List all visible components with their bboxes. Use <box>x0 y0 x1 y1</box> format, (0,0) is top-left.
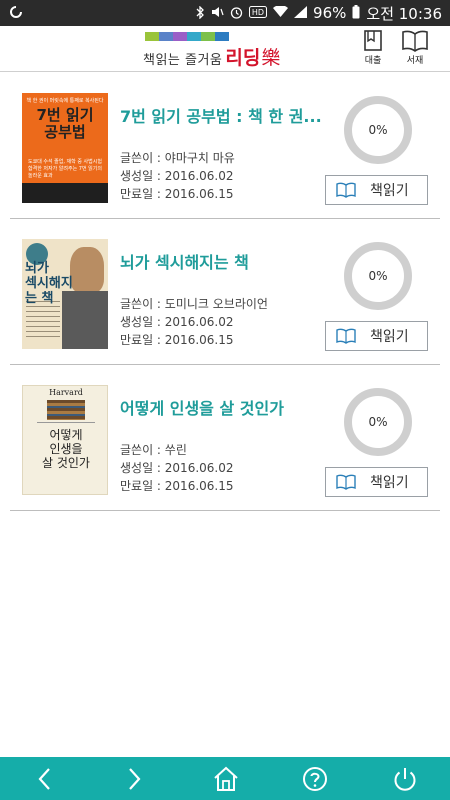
help-button[interactable] <box>297 761 333 797</box>
progress-percent: 0% <box>368 123 388 137</box>
home-icon <box>214 766 238 791</box>
book-item[interactable]: 책 한 권이 머릿속에 통째로 복사된다 7번 읽기 공부법 도쿄대 수석 졸업… <box>10 73 440 219</box>
read-book-label: 책읽기 <box>370 329 409 345</box>
loan-book-icon <box>364 30 382 51</box>
logo-color-bars <box>145 32 293 41</box>
chevron-right-icon <box>129 768 141 790</box>
reading-progress-ring: 0% <box>343 387 413 457</box>
read-book-button[interactable]: 책읽기 <box>325 175 428 205</box>
logo-color-bar <box>187 32 201 41</box>
status-bar: HD 96% 오전 10:36 <box>0 0 450 26</box>
loan-button[interactable]: 대출 <box>356 30 390 70</box>
book-created-date: 생성일 : 2016.06.02 <box>120 169 234 183</box>
cover-text-lines <box>26 301 60 341</box>
book-author: 글쓴이 : 도미니크 오브라이언 <box>120 297 268 311</box>
library-label: 서재 <box>406 56 424 66</box>
alarm-icon <box>230 6 243 21</box>
book-cover[interactable]: 책 한 권이 머릿속에 통째로 복사된다 7번 읽기 공부법 도쿄대 수석 졸업… <box>22 93 108 203</box>
logo-brand: 리딩 <box>225 47 261 69</box>
logo-color-bar <box>145 32 159 41</box>
progress-percent: 0% <box>368 269 388 283</box>
cover-title-text: 뇌가 섹시해지는 책 <box>25 261 73 306</box>
cover-divider <box>37 422 95 423</box>
book-expiry-date: 만료일 : 2016.06.15 <box>120 333 234 347</box>
forward-button[interactable] <box>116 761 152 797</box>
battery-icon <box>352 5 360 21</box>
cover-brand: Harvard <box>49 388 83 397</box>
bottom-nav <box>0 757 450 800</box>
progress-percent: 0% <box>368 415 388 429</box>
cover-title: 어떻게 인생을 살 것인가 <box>23 428 107 470</box>
loan-label: 대출 <box>364 56 382 66</box>
mute-icon <box>211 6 224 20</box>
cover-title-text: 7번 읽기 공부법 <box>36 106 94 141</box>
reading-progress-ring: 0% <box>343 241 413 311</box>
book-item[interactable]: Harvard 어떻게 인생을 살 것인가 어떻게 인생을 살 것인가 글쓴이 … <box>10 365 440 511</box>
book-title[interactable]: 어떻게 인생을 살 것인가 <box>120 395 335 419</box>
back-button[interactable] <box>27 761 63 797</box>
cover-title-text: 어떻게 인생을 살 것인가 <box>42 428 90 470</box>
cover-title: 뇌가 섹시해지는 책 <box>25 261 83 306</box>
book-author: 글쓴이 : 쑤린 <box>120 443 187 457</box>
read-book-button[interactable]: 책읽기 <box>325 467 428 497</box>
clock: 오전 10:36 <box>366 4 442 23</box>
read-book-button[interactable]: 책읽기 <box>325 321 428 351</box>
cover-footer <box>22 183 108 203</box>
book-created-date: 생성일 : 2016.06.02 <box>120 461 234 475</box>
signal-icon <box>294 6 308 20</box>
book-expiry-date: 만료일 : 2016.06.15 <box>120 187 234 201</box>
battery-percent: 96% <box>313 4 347 22</box>
chevron-left-icon <box>38 768 50 790</box>
wifi-icon <box>273 5 289 20</box>
open-book-icon <box>336 474 356 490</box>
open-book-icon <box>402 30 428 52</box>
reading-progress-ring: 0% <box>343 95 413 165</box>
hd-icon: HD <box>249 6 268 20</box>
app-logo: 책읽는 즐거움 리딩 樂 <box>143 32 293 69</box>
book-author: 글쓴이 : 야마구치 마유 <box>120 151 235 165</box>
help-icon <box>303 767 327 791</box>
power-icon <box>394 768 416 791</box>
book-created-date: 생성일 : 2016.06.02 <box>120 315 234 329</box>
logo-mark: 樂 <box>261 47 281 69</box>
cover-subtext: 도쿄대 수석 졸업, 재학 중 사법시험 합격한 저자가 알려주는 7번 읽기의… <box>28 159 102 179</box>
open-book-icon <box>336 328 356 344</box>
book-cover[interactable]: 뇌가 섹시해지는 책 <box>22 239 108 349</box>
book-title[interactable]: 7번 읽기 공부법 : 책 한 권... <box>120 103 335 127</box>
home-button[interactable] <box>208 761 244 797</box>
power-button[interactable] <box>387 761 423 797</box>
book-list: 책 한 권이 머릿속에 통째로 복사된다 7번 읽기 공부법 도쿄대 수석 졸업… <box>0 73 450 511</box>
cover-tagline: 책 한 권이 머릿속에 통째로 복사된다 <box>26 98 104 104</box>
logo-color-bar <box>173 32 187 41</box>
logo-color-bar <box>201 32 215 41</box>
book-item[interactable]: 뇌가 섹시해지는 책 뇌가 섹시해지는 책 글쓴이 : 도미니크 오브라이언 생… <box>10 219 440 365</box>
logo-subtitle: 책읽는 즐거움 <box>143 53 223 68</box>
library-button[interactable]: 서재 <box>398 30 432 70</box>
cover-illustration <box>47 400 85 420</box>
book-title[interactable]: 뇌가 섹시해지는 책 <box>120 249 335 273</box>
svg-text:HD: HD <box>252 8 264 17</box>
read-book-label: 책읽기 <box>370 183 409 199</box>
open-book-icon <box>336 182 356 198</box>
logo-color-bar <box>215 32 229 41</box>
book-expiry-date: 만료일 : 2016.06.15 <box>120 479 234 493</box>
bluetooth-icon <box>196 4 205 21</box>
book-cover[interactable]: Harvard 어떻게 인생을 살 것인가 <box>22 385 108 495</box>
app-header: 책읽는 즐거움 리딩 樂 대출 서재 <box>0 26 450 72</box>
logo-color-bar <box>159 32 173 41</box>
read-book-label: 책읽기 <box>370 475 409 491</box>
carrier-icon <box>10 6 22 20</box>
cover-title: 7번 읽기 공부법 <box>22 107 108 141</box>
